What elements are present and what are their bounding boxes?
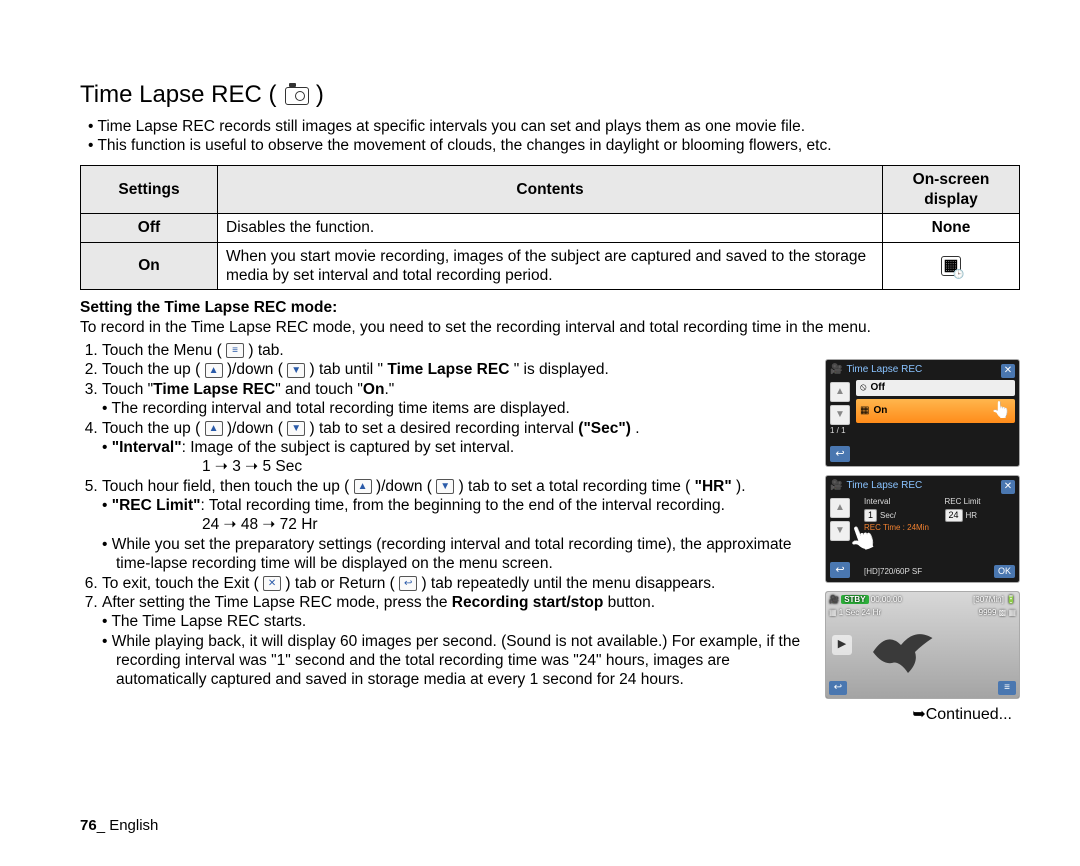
down-icon xyxy=(287,421,305,436)
down-icon xyxy=(436,479,454,494)
step-3: Touch "Time Lapse REC" and touch "On." T… xyxy=(102,380,817,419)
down-button: ▼ xyxy=(830,405,850,425)
label-interval: Interval xyxy=(864,497,935,507)
camera-icon: 🎥 xyxy=(830,364,842,377)
cell-display: ▦ xyxy=(883,242,1020,290)
step-5-sub1: "REC Limit": Total recording time, from … xyxy=(102,496,817,535)
label-rectime: REC Time : 24Min xyxy=(864,523,1015,533)
table-row: Off Disables the function. None xyxy=(81,214,1020,242)
close-icon: ✕ xyxy=(1001,364,1015,378)
continued-label: ➥Continued... xyxy=(80,705,1012,725)
step-7-sub1: The Time Lapse REC starts. xyxy=(102,612,817,631)
page-footer: 76_ English xyxy=(80,817,158,836)
intro-item: Time Lapse REC records still images at s… xyxy=(88,117,1020,136)
timelapse-osd-icon: ▦ xyxy=(941,256,962,276)
option-on: ▦On👆 xyxy=(856,399,1015,423)
menu-button: ≡ xyxy=(998,681,1016,695)
col-contents: Contents xyxy=(218,166,883,214)
label-reclimit: REC Limit xyxy=(945,497,1016,507)
label-stby: STBY xyxy=(841,595,868,604)
cell-display: None xyxy=(883,214,1020,242)
title-end: ) xyxy=(316,81,324,108)
hand-pointer-icon: 👆 xyxy=(991,401,1011,421)
cell-setting: Off xyxy=(81,214,218,242)
col-display: On-screen display xyxy=(883,166,1020,214)
step-4: Touch the up ( )/down ( ) tab to set a d… xyxy=(102,419,817,477)
bird-silhouette-icon xyxy=(866,622,936,682)
cell-content: Disables the function. xyxy=(218,214,883,242)
screenshot-interval: 🎥Time Lapse REC ✕ ▲ ▼ 👆 Interval REC Lim… xyxy=(825,475,1020,583)
play-button: ▶ xyxy=(832,635,852,655)
exit-icon xyxy=(263,576,281,591)
intro-item: This function is useful to observe the m… xyxy=(88,136,1020,155)
back-button: ↩ xyxy=(830,562,850,578)
close-icon: ✕ xyxy=(1001,480,1015,494)
table-row: On When you start movie recording, image… xyxy=(81,242,1020,290)
screenshot-preview: 🎥 STBY 00:00:00 [307Min] 🔋 ▦ 1 Sec 24 Hr… xyxy=(825,591,1020,699)
ok-button: OK xyxy=(994,565,1015,578)
col-settings: Settings xyxy=(81,166,218,214)
screenshots-column: 🎥Time Lapse REC ✕ ▲ ▼ ⦸Off ▦On👆 1 / 1 ↩ … xyxy=(825,359,1020,699)
back-button: ↩ xyxy=(830,446,850,462)
step-1: Touch the Menu ( ) tab. xyxy=(102,341,817,360)
page-number: 76 xyxy=(80,817,97,834)
step-5: Touch hour field, then touch the up ( )/… xyxy=(102,477,817,574)
cell-setting: On xyxy=(81,242,218,290)
screenshot-menu-onoff: 🎥Time Lapse REC ✕ ▲ ▼ ⦸Off ▦On👆 1 / 1 ↩ xyxy=(825,359,1020,467)
camcorder-icon xyxy=(285,81,309,111)
label-format: [HD]720/60P SF xyxy=(864,567,922,577)
reclimit-sequence: 24 ➝ 48 ➝ 72 Hr xyxy=(116,515,817,534)
step-5-sub2: While you set the preparatory settings (… xyxy=(102,535,817,574)
cell-content: When you start movie recording, images o… xyxy=(218,242,883,290)
up-icon xyxy=(205,363,223,378)
up-icon xyxy=(354,479,372,494)
camera-icon: 🎥 xyxy=(830,480,842,493)
title-text: Time Lapse REC ( xyxy=(80,81,277,108)
step-7: After setting the Time Lapse REC mode, p… xyxy=(102,593,817,690)
intro-list: Time Lapse REC records still images at s… xyxy=(88,117,1020,156)
step-3-sub: The recording interval and total recordi… xyxy=(102,399,817,418)
up-button: ▲ xyxy=(830,382,850,402)
page-title: Time Lapse REC ( ) xyxy=(80,80,1020,111)
mode-subtext: To record in the Time Lapse REC mode, yo… xyxy=(80,318,1020,337)
settings-table: Settings Contents On-screen display Off … xyxy=(80,165,1020,290)
interval-sequence: 1 ➝ 3 ➝ 5 Sec xyxy=(116,457,817,476)
back-button: ↩ xyxy=(829,681,847,695)
page-indicator: 1 / 1 xyxy=(830,426,846,436)
steps-list: Touch the Menu ( ) tab. Touch the up ( )… xyxy=(80,341,817,690)
up-button: ▲ xyxy=(830,498,850,518)
return-icon xyxy=(399,576,417,591)
page-language: English xyxy=(109,817,158,834)
step-7-sub2: While playing back, it will display 60 i… xyxy=(102,632,817,690)
step-6: To exit, touch the Exit ( ) tab or Retur… xyxy=(102,574,817,593)
down-icon xyxy=(287,363,305,378)
option-off: ⦸Off xyxy=(856,380,1015,397)
up-icon xyxy=(205,421,223,436)
mode-subhead: Setting the Time Lapse REC mode: xyxy=(80,298,1020,317)
menu-icon xyxy=(226,343,244,358)
camera-icon: 🎥 xyxy=(829,595,839,604)
value-hr: 24 xyxy=(945,509,963,522)
step-2: Touch the up ( )/down ( ) tab until " Ti… xyxy=(102,360,817,379)
step-4-sub: "Interval": Image of the subject is capt… xyxy=(102,438,817,477)
